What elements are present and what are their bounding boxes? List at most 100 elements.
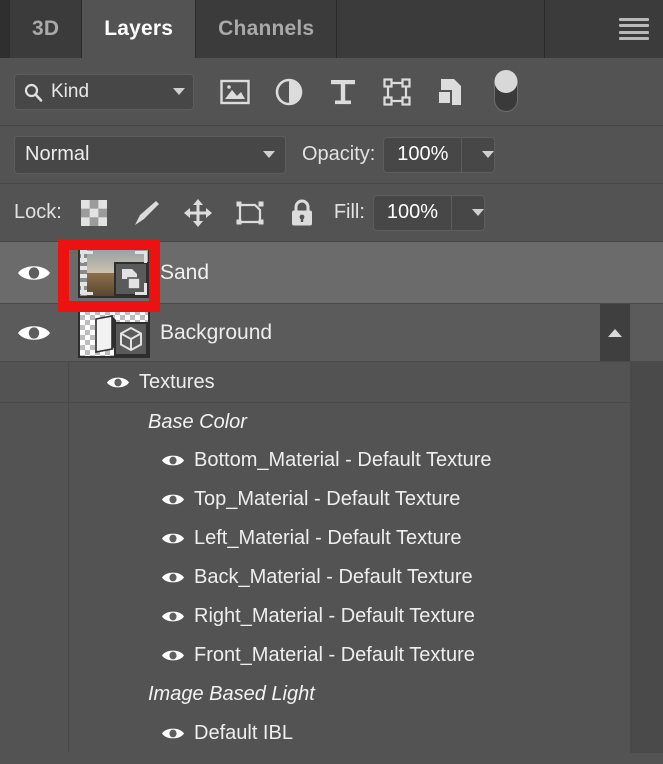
layer-visibility-toggle-sand[interactable] — [0, 242, 68, 303]
tree-row-default-ibl[interactable]: Default IBL — [0, 714, 630, 753]
eye-icon — [162, 572, 184, 583]
lock-label: Lock: — [14, 201, 62, 223]
opacity-label: Opacity: — [302, 143, 376, 165]
layer-thumbnail-background[interactable] — [68, 307, 160, 358]
smart-object-photo-thumbnail — [78, 247, 150, 298]
tab-channels-label: Channels — [218, 17, 315, 40]
lock-position-icon[interactable] — [182, 197, 214, 229]
tree-label-default-ibl: Default IBL — [194, 722, 293, 744]
tree-label-front-material: Front_Material - Default Texture — [194, 644, 475, 666]
fill-dropdown-button[interactable] — [450, 194, 485, 231]
panel-menu-area — [545, 0, 663, 58]
visibility-toggle-top-material[interactable] — [160, 491, 186, 508]
3d-scene-tree: Textures Base Color Bottom_Material - De… — [0, 362, 663, 753]
3d-layer-thumbnail — [78, 307, 150, 358]
blend-mode-select[interactable]: Normal — [14, 135, 286, 174]
tree-label-base-color: Base Color — [148, 410, 247, 433]
lock-icons — [78, 197, 318, 229]
pixel-layer-filter-icon[interactable] — [218, 75, 252, 109]
fill-value[interactable]: 100% — [372, 194, 451, 231]
tab-3d-label: 3D — [32, 17, 60, 40]
opacity-field[interactable]: 100% — [383, 136, 496, 173]
fill-field[interactable]: 100% — [372, 194, 485, 231]
chevron-down-icon[interactable] — [173, 88, 185, 95]
chevron-down-icon — [263, 151, 275, 158]
eye-icon — [162, 728, 184, 739]
selection-brackets — [80, 250, 148, 296]
layer-list: Sand Background Textures Base Color Bott… — [0, 242, 663, 753]
collapse-3d-tree-button[interactable] — [600, 304, 630, 361]
layer-row-sand[interactable]: Sand — [0, 242, 663, 304]
visibility-toggle-textures[interactable] — [105, 374, 131, 391]
filter-toggle-switch[interactable] — [494, 69, 518, 112]
tree-label-image-based-light: Image Based Light — [148, 683, 315, 705]
visibility-toggle-default-ibl[interactable] — [160, 725, 186, 742]
layer-name-sand: Sand — [160, 260, 210, 284]
layer-thumbnail-sand[interactable] — [68, 247, 160, 298]
tree-row-back-material[interactable]: Back_Material - Default Texture — [0, 558, 630, 597]
eye-icon — [107, 377, 129, 387]
opacity-dropdown-button[interactable] — [461, 136, 496, 173]
lock-artboard-nesting-icon[interactable] — [234, 197, 266, 229]
chevron-down-icon — [482, 151, 495, 158]
visibility-toggle-front-material[interactable] — [160, 647, 186, 664]
visibility-toggle-right-material[interactable] — [160, 608, 186, 625]
chevron-up-icon — [608, 328, 622, 337]
tree-row-base-color[interactable]: Base Color — [0, 402, 630, 441]
tree-row-image-based-light[interactable]: Image Based Light — [0, 675, 630, 714]
blend-mode-value: Normal — [25, 143, 90, 165]
lock-transparent-pixels-icon[interactable] — [78, 197, 110, 229]
blend-mode-row: Normal Opacity: 100% — [0, 126, 663, 184]
filter-type-icons — [218, 69, 518, 112]
filter-row: Kind — [0, 58, 663, 126]
eye-icon — [162, 650, 184, 661]
tree-label-back-material: Back_Material - Default Texture — [194, 566, 473, 588]
lock-all-icon[interactable] — [286, 197, 318, 229]
tree-row-front-material[interactable]: Front_Material - Default Texture — [0, 636, 630, 675]
tree-row-left-material[interactable]: Left_Material - Default Texture — [0, 519, 630, 558]
hamburger-menu-icon[interactable] — [619, 18, 649, 40]
eye-icon — [162, 533, 184, 544]
tree-row-textures[interactable]: Textures — [0, 362, 630, 402]
tree-label-top-material: Top_Material - Default Texture — [194, 488, 461, 510]
filter-kind-label: Kind — [51, 80, 90, 102]
eye-icon — [18, 265, 50, 280]
layer-visibility-toggle-background[interactable] — [0, 304, 68, 361]
eye-icon — [18, 325, 50, 340]
visibility-toggle-left-material[interactable] — [160, 530, 186, 547]
eye-icon — [162, 611, 184, 622]
eye-icon — [162, 494, 184, 505]
3d-cube-badge-icon — [114, 321, 148, 356]
tab-bar-spacer — [337, 0, 545, 58]
tab-layers[interactable]: Layers — [82, 0, 197, 58]
tree-label-textures: Textures — [139, 370, 215, 393]
type-layer-filter-icon[interactable] — [326, 75, 360, 109]
layer-name-background: Background — [160, 320, 273, 344]
tree-label-bottom-material: Bottom_Material - Default Texture — [194, 449, 492, 471]
adjustment-layer-filter-icon[interactable] — [272, 75, 306, 109]
chevron-down-icon — [471, 209, 484, 216]
shape-layer-filter-icon[interactable] — [380, 75, 414, 109]
tree-row-bottom-material[interactable]: Bottom_Material - Default Texture — [0, 441, 630, 480]
tree-row-top-material[interactable]: Top_Material - Default Texture — [0, 480, 630, 519]
tree-row-right-material[interactable]: Right_Material - Default Texture — [0, 597, 630, 636]
layers-panel: 3D Layers Channels Kind Normal Opacity: … — [0, 0, 663, 764]
tree-label-left-material: Left_Material - Default Texture — [194, 527, 462, 549]
filter-kind-select[interactable]: Kind — [14, 73, 194, 110]
eye-icon — [162, 455, 184, 466]
tab-layers-label: Layers — [104, 17, 174, 40]
tab-channels[interactable]: Channels — [196, 0, 338, 58]
opacity-value[interactable]: 100% — [383, 136, 462, 173]
tab-3d[interactable]: 3D — [10, 0, 83, 58]
lock-row: Lock: Fill: 100% — [0, 184, 663, 242]
toggle-knob — [494, 69, 518, 93]
tree-label-right-material: Right_Material - Default Texture — [194, 605, 475, 627]
layer-row-background[interactable]: Background — [0, 304, 663, 362]
smart-object-filter-icon[interactable] — [434, 75, 468, 109]
panel-tab-bar: 3D Layers Channels — [0, 0, 663, 58]
search-icon — [24, 83, 43, 102]
visibility-toggle-bottom-material[interactable] — [160, 452, 186, 469]
fill-label: Fill: — [333, 201, 365, 223]
visibility-toggle-back-material[interactable] — [160, 569, 186, 586]
lock-image-pixels-icon[interactable] — [130, 197, 162, 229]
